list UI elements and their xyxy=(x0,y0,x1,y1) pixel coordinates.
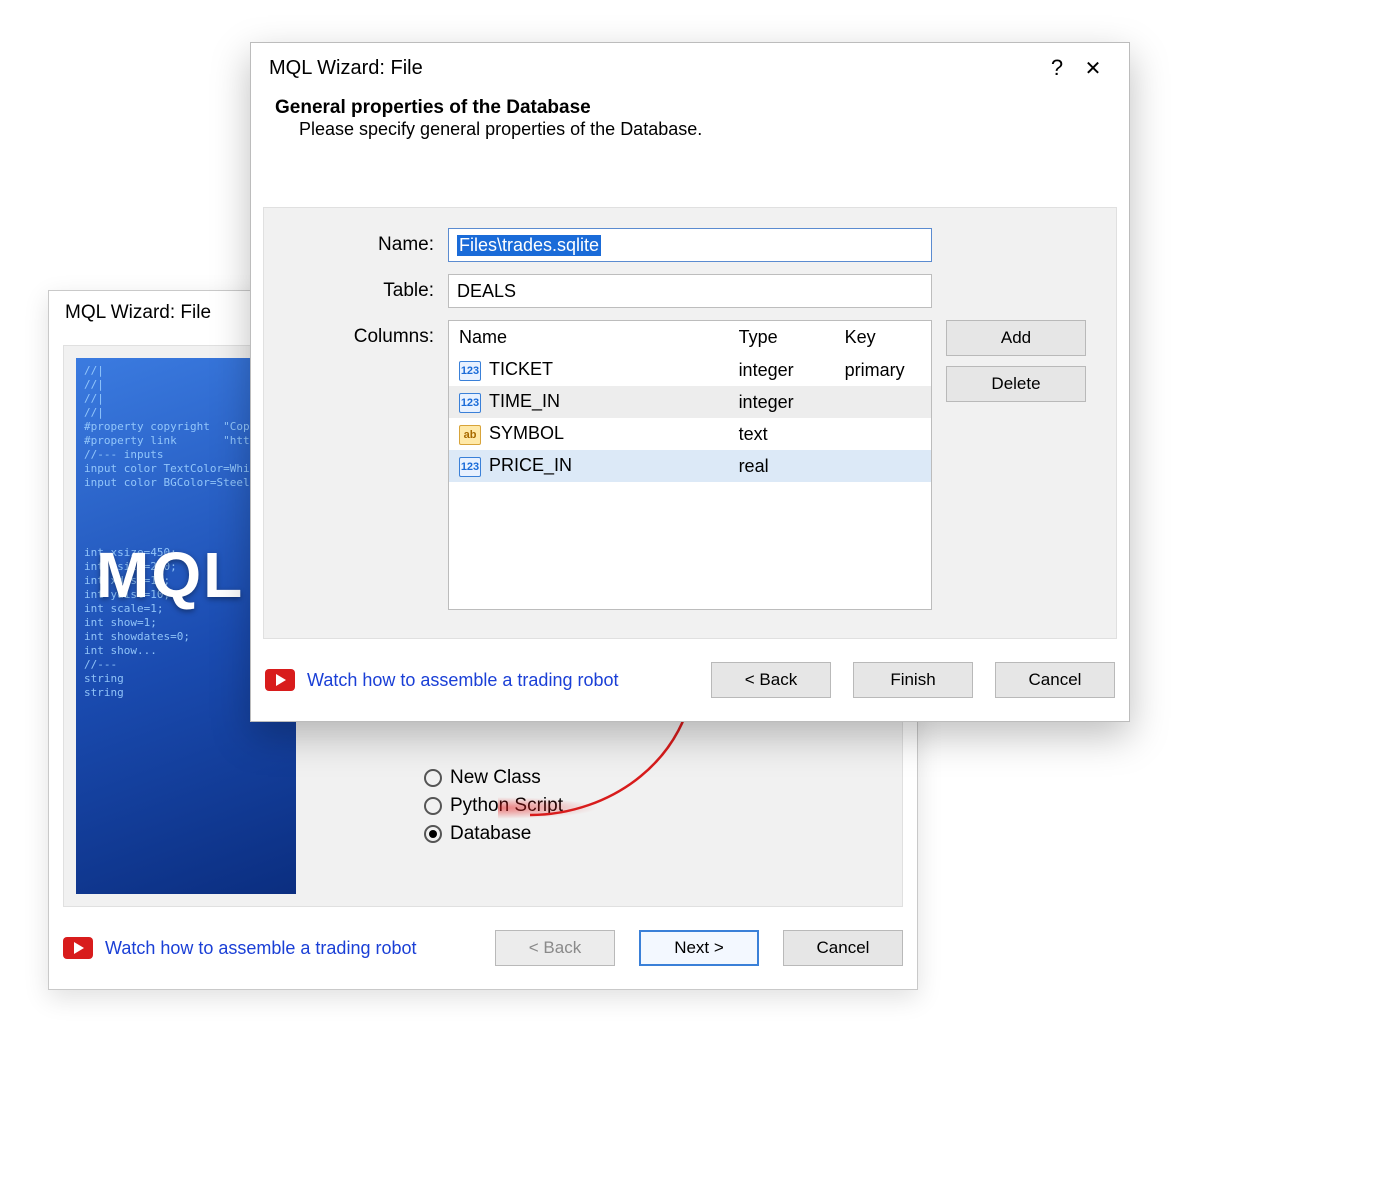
add-column-button[interactable]: Add xyxy=(946,320,1086,356)
banner-logo-text: MQL xyxy=(96,538,244,612)
radio-database[interactable]: Database xyxy=(424,823,563,845)
dialog-title: MQL Wizard: File xyxy=(269,57,423,80)
finish-button[interactable]: Finish xyxy=(853,662,973,698)
wizard-dialog-database: MQL Wizard: File ? ✕ General properties … xyxy=(250,42,1130,722)
column-row[interactable]: 123TICKETintegerprimary xyxy=(449,354,931,386)
col-header-key: Key xyxy=(835,321,931,354)
column-row[interactable]: 123TIME_INinteger xyxy=(449,386,931,418)
columns-table[interactable]: Name Type Key 123TICKETintegerprimary123… xyxy=(448,320,932,610)
wizard-heading: General properties of the Database xyxy=(275,97,1105,119)
radio-icon xyxy=(424,825,442,843)
cancel-button[interactable]: Cancel xyxy=(783,930,903,966)
text-type-icon: ab xyxy=(459,425,481,445)
youtube-icon xyxy=(63,937,93,959)
cancel-button[interactable]: Cancel xyxy=(995,662,1115,698)
name-input[interactable]: Files\trades.sqlite xyxy=(448,228,932,262)
watch-video-label: Watch how to assemble a trading robot xyxy=(105,938,417,959)
table-label: Table: xyxy=(284,274,434,302)
radio-label: New Class xyxy=(450,767,541,789)
columns-label: Columns: xyxy=(284,320,434,348)
radio-icon xyxy=(424,769,442,787)
back-button[interactable]: < Back xyxy=(711,662,831,698)
number-type-icon: 123 xyxy=(459,361,481,381)
name-label: Name: xyxy=(284,228,434,256)
delete-column-button[interactable]: Delete xyxy=(946,366,1086,402)
radio-icon xyxy=(424,797,442,815)
radio-new-class[interactable]: New Class xyxy=(424,767,563,789)
close-button[interactable]: ✕ xyxy=(1075,56,1111,81)
number-type-icon: 123 xyxy=(459,393,481,413)
column-row[interactable]: 123PRICE_INreal xyxy=(449,450,931,482)
table-input[interactable]: DEALS xyxy=(448,274,932,308)
youtube-icon xyxy=(265,669,295,691)
watch-video-label: Watch how to assemble a trading robot xyxy=(307,670,619,691)
column-row[interactable]: abSYMBOLtext xyxy=(449,418,931,450)
radio-label: Python Script xyxy=(450,795,563,817)
number-type-icon: 123 xyxy=(459,457,481,477)
col-header-name: Name xyxy=(449,321,729,354)
next-button[interactable]: Next > xyxy=(639,930,759,966)
back-button: < Back xyxy=(495,930,615,966)
help-button[interactable]: ? xyxy=(1039,55,1075,81)
template-radio-group: New Class Python Script Database xyxy=(424,761,563,851)
col-header-type: Type xyxy=(729,321,835,354)
watch-video-link[interactable]: Watch how to assemble a trading robot xyxy=(265,669,619,691)
radio-label: Database xyxy=(450,823,531,845)
watch-video-link[interactable]: Watch how to assemble a trading robot xyxy=(63,937,417,959)
radio-python-script[interactable]: Python Script xyxy=(424,795,563,817)
wizard-subheading: Please specify general properties of the… xyxy=(275,119,1105,140)
